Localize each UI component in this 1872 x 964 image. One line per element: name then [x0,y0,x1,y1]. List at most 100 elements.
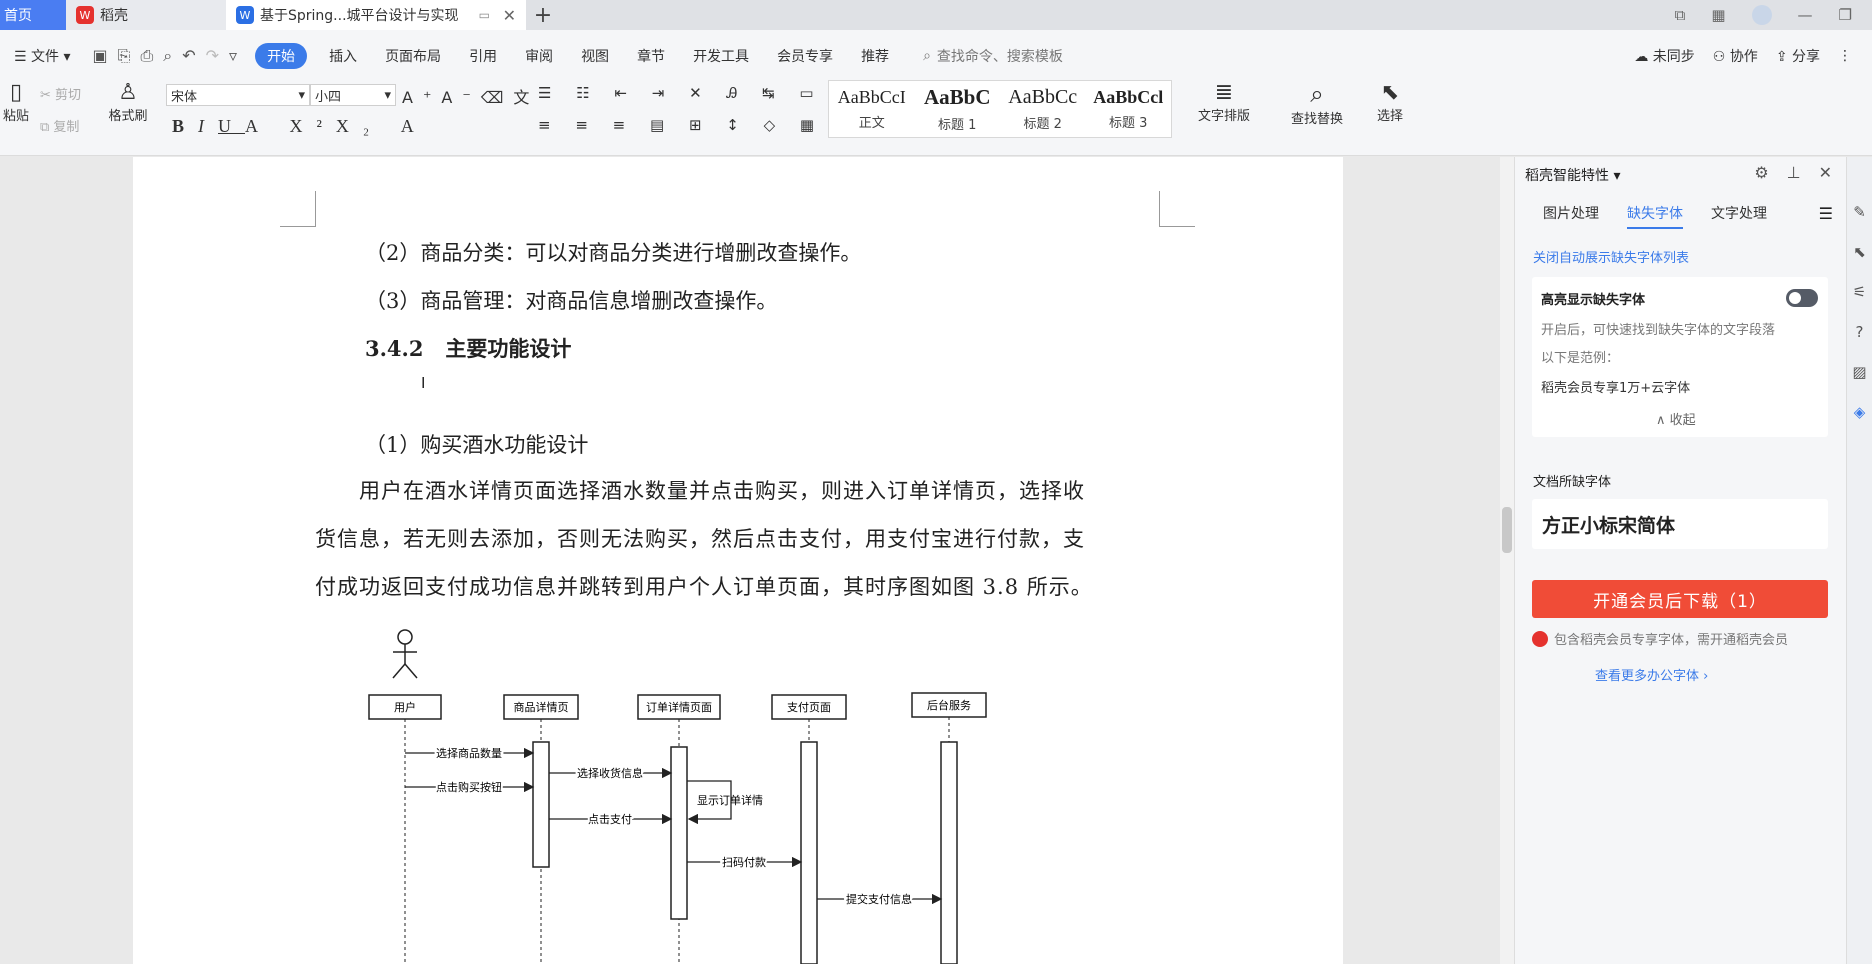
scrollbar-thumb[interactable] [1502,507,1512,553]
style-normal[interactable]: AaBbCcI 正文 [829,81,915,137]
command-search[interactable]: ⌕ 查找命令、搜索模板 [923,46,1063,66]
minimize-icon[interactable]: — [1798,6,1813,24]
close-auto-link[interactable]: 关闭自动展示缺失字体列表 [1533,247,1689,266]
menu-review[interactable]: 审阅 [511,46,567,66]
font-size-value: 小四 [315,89,342,105]
right-toolbar: ✎ ⬉ ⚟ ? ▨ ◈ [1846,157,1872,964]
new-tab-button[interactable]: + [526,0,560,30]
settings-gear-icon[interactable]: ⚙ [1754,163,1768,182]
highlight-label: 高亮显示缺失字体 [1541,293,1646,308]
menu-icon[interactable]: ☰ [1819,204,1833,223]
cut-button[interactable]: ✂ 剪切 [40,84,81,103]
font-select[interactable]: 宋体 ▾ [166,84,310,106]
document-area[interactable]: （2）商品分类：可以对商品分类进行增删改查操作。 （3）商品管理：对商品信息增删… [0,157,1500,964]
paste-button[interactable]: ▯ 粘贴 [0,80,36,134]
missing-font-item[interactable]: 方正小标宋简体 [1532,499,1828,549]
menu-member[interactable]: 会员专享 [763,46,847,66]
export-icon[interactable]: ⎘ [118,46,131,66]
daoke-panel: 稻壳智能特性 ▾ ⚙ ⊥ ✕ 图片处理 缺失字体 文字处理 ☰ 关闭自动展示缺失… [1514,157,1846,964]
find-replace-button[interactable]: ⌕ 查找替换 [1278,80,1356,127]
tab-text-processing[interactable]: 文字处理 [1711,197,1767,229]
sliders-icon[interactable]: ⚟ [1853,283,1866,301]
highlight-toggle[interactable] [1786,289,1818,307]
font-value: 宋体 [171,89,198,105]
highlight-desc: 开启后，可快速找到缺失字体的文字段落 [1541,323,1776,338]
tab-missing-fonts[interactable]: 缺失字体 [1627,197,1683,229]
align-buttons[interactable]: ≡ ≡ ≡ ▤ ⊞ ↕ ◇ ▦ [538,116,824,134]
collapse-button[interactable]: ∧ 收起 [1656,409,1696,428]
grid-icon[interactable]: ▦ [1711,6,1725,24]
restore-icon[interactable]: ❐ [1839,6,1852,24]
menu-devtools[interactable]: 开发工具 [679,46,763,66]
pen-icon[interactable]: ✎ [1853,203,1866,221]
close-panel-icon[interactable]: ✕ [1819,163,1832,182]
style-heading3[interactable]: AaBbCcl 标题 3 [1086,81,1172,137]
close-tab-icon[interactable]: ✕ [503,6,516,25]
ribbon: ▯ 粘贴 ✂ 剪切 ⧉ 复制 ♙ 格式刷 宋体 ▾ 小四 ▾ A⁺A⁻⌫文 BIUA… [0,72,1872,156]
more-fonts-link[interactable]: 查看更多办公字体 › [1595,665,1708,684]
message-label: 显示订单详情 [697,793,763,807]
cursor-icon: ⬉ [1380,80,1400,105]
message-label: 选择商品数量 [436,746,502,760]
undo-icon[interactable]: ↶ [182,46,195,66]
save-icon[interactable]: ▣ [93,46,108,66]
pin-icon[interactable]: ▭ [479,8,490,22]
style-heading2[interactable]: AaBbCc 标题 2 [1000,81,1086,137]
panel-title-text: 稻壳智能特性 [1525,168,1609,184]
download-button[interactable]: 开通会员后下载（1） [1532,580,1828,618]
tab-document[interactable]: W 基于Spring...城平台设计与实现 ▭ ✕ [226,0,526,30]
tab-home[interactable]: 首页 [0,0,66,30]
sync-status[interactable]: ☁ 未同步 [1634,46,1694,66]
more-icon[interactable]: ⋮ [1838,48,1852,64]
help-icon[interactable]: ? [1856,323,1864,341]
menu-section[interactable]: 章节 [623,46,679,66]
missing-font-label: 文档所缺字体 [1533,475,1612,490]
file-menu[interactable]: ☰ 文件 ▾ [0,46,85,66]
sync-label: 未同步 [1652,49,1695,65]
redo-icon[interactable]: ↷ [206,46,219,66]
daoke-logo-icon: W [76,6,94,24]
menu-layout[interactable]: 页面布局 [371,46,455,66]
tab-image-processing[interactable]: 图片处理 [1543,197,1599,229]
menu-references[interactable]: 引用 [455,46,511,66]
section-heading: 3.4.2 主要功能设计 [365,333,571,363]
collab-button[interactable]: ⚇ 协作 [1713,46,1758,66]
menu-start[interactable]: 开始 [255,43,308,69]
tab-daoke[interactable]: W 稻壳 [66,0,226,30]
menu-insert[interactable]: 插入 [315,46,371,66]
print-icon[interactable]: ⎙ [140,46,153,66]
vertical-scrollbar[interactable] [1500,157,1514,964]
select-button[interactable]: ⬉ 选择 [1366,80,1414,124]
share-button[interactable]: ⇪ 分享 [1776,46,1820,66]
copy-button[interactable]: ⧉ 复制 [40,116,79,135]
font-size-select[interactable]: 小四 ▾ [310,84,396,106]
style-heading2-name: 标题 2 [1023,117,1062,132]
list-buttons[interactable]: ☰ ☷ ⇤ ⇥ ✕ Ꭿ ↹ ▭ [538,84,824,102]
font-tools[interactable]: A⁺A⁻⌫文 [402,84,539,108]
daoke-feature-icon[interactable]: ◈ [1854,403,1866,421]
member-note-text: 包含稻壳会员专享字体，需开通稻壳会员 [1554,633,1789,648]
text-layout-button[interactable]: ≣ 文字排版 [1186,80,1262,124]
document-page[interactable]: （2）商品分类：可以对商品分类进行增删改查操作。 （3）商品管理：对商品信息增删… [133,157,1343,964]
search-icon: ⌕ [923,48,931,64]
menu-view[interactable]: 视图 [567,46,623,66]
style-heading1[interactable]: AaBbC 标题 1 [915,81,1001,137]
wps-writer-icon: W [236,6,254,24]
text-layout-label: 文字排版 [1197,109,1250,124]
section-number: 3.4.2 [365,336,424,361]
styles-gallery[interactable]: AaBbCcI 正文 AaBbC 标题 1 AaBbCc 标题 2 AaBbCcl 标题… [828,80,1172,138]
format-buttons[interactable]: BIUA X²X₂ A [172,116,428,137]
paste-label: 粘贴 [2,109,29,124]
format-painter-button[interactable]: ♙ 格式刷 [102,80,154,124]
preview-icon[interactable]: ⌕ [163,46,172,66]
command-search-placeholder: 查找命令、搜索模板 [936,49,1063,65]
layout-icon[interactable]: ⧉ [1675,6,1686,24]
pin-panel-icon[interactable]: ⊥ [1787,163,1801,182]
actor-label: 商品详情页 [514,700,569,714]
avatar[interactable] [1751,5,1772,25]
menu-recommend[interactable]: 推荐 [847,46,903,66]
image-icon[interactable]: ▨ [1852,363,1866,381]
panel-title[interactable]: 稻壳智能特性 ▾ [1525,165,1620,185]
more-quick-icon[interactable]: ▿ [229,46,237,66]
pointer-icon[interactable]: ⬉ [1853,243,1866,261]
